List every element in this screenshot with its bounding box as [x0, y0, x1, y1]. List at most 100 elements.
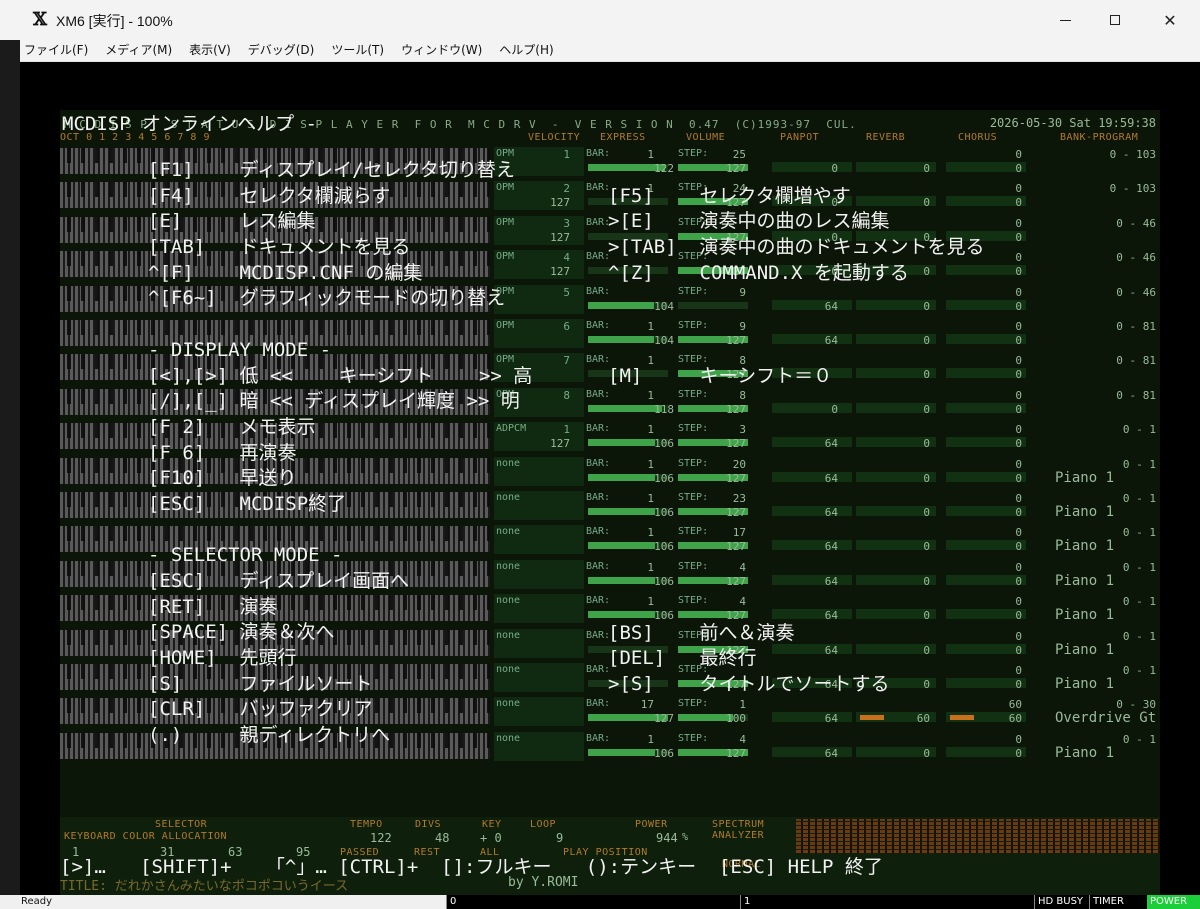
- menu-item-1[interactable]: メディア(M): [105, 40, 172, 61]
- step-value: 17: [732, 526, 746, 540]
- help-line: [F1] ディスプレイ/セレクタ切り替え: [148, 159, 515, 181]
- key-label: KEY: [482, 819, 502, 830]
- bank-program: 0 - 1: [1122, 457, 1156, 471]
- bank-program: 0 - 103: [1109, 148, 1156, 161]
- close-icon: ✕: [1163, 10, 1177, 30]
- tempo-label: TEMPO: [350, 819, 383, 830]
- help-left-column: [F1] ディスプレイ/セレクタ切り替え [F4] セレクタ欄減らす [E] レス編…: [148, 158, 532, 749]
- instrument-name: Piano 1: [1055, 641, 1115, 658]
- bank-program: 0 - 1: [1122, 526, 1156, 540]
- help-line: (.) 親ディレクトリへ: [148, 724, 391, 747]
- reverb-value: 0: [923, 574, 930, 588]
- instrument-name: Piano 1: [1055, 538, 1115, 555]
- menu-item-6[interactable]: ヘルプ(H): [499, 40, 553, 61]
- express-value: 106: [654, 746, 674, 760]
- velocity-value: 127: [550, 196, 570, 210]
- help-line: [<],[>] 低 << キーシフト >> 高: [148, 364, 533, 387]
- spectrum-analyzer: [796, 819, 1160, 853]
- bank-program: 0 - 1: [1122, 732, 1156, 746]
- column-header-2: VOLUME: [686, 132, 726, 143]
- bar-label: BAR:: [586, 216, 611, 228]
- chorus-value-2: 0: [1015, 162, 1022, 175]
- status-field-2: 1: [740, 895, 1034, 909]
- step-label: STEP:: [678, 285, 709, 297]
- close-button[interactable]: ✕: [1145, 0, 1195, 40]
- step-label: STEP:: [678, 526, 709, 538]
- help-line-right: >[TAB] 演奏中の曲のドキュメントを見る: [608, 236, 985, 259]
- help-line: [F 2] メモ表示: [148, 415, 316, 438]
- express-value: 106: [654, 506, 674, 519]
- help-line: [F 6] 再演奏: [148, 441, 297, 464]
- power-label: POWER: [635, 819, 668, 830]
- status-field-1: 0: [446, 895, 740, 909]
- emulator-screen[interactable]: M C D I S P S T A T U S D I S P L A Y E …: [20, 62, 1200, 895]
- chorus-value-2: 0: [1015, 746, 1022, 760]
- x68000-app-icon[interactable]: 𝕏: [30, 10, 50, 30]
- column-header-5: CHORUS: [958, 132, 998, 143]
- step-value: 4: [739, 732, 746, 746]
- bar-value: 1: [647, 148, 654, 161]
- volume-value: 127: [726, 540, 746, 554]
- selector-label: SELECTOR: [155, 819, 208, 830]
- bar-label: BAR:: [586, 285, 611, 297]
- chorus-value: 0: [1015, 320, 1022, 333]
- menu-item-2[interactable]: 表示(V): [189, 40, 231, 61]
- help-line: [TAB] ドキュメントを見る: [148, 236, 411, 259]
- volume-value: 127: [726, 574, 746, 588]
- reverb-value: 0: [923, 334, 930, 347]
- chorus-value-2: 0: [1015, 678, 1022, 691]
- help-line: [ESC] MCDISP終了: [148, 492, 347, 515]
- bar-label: BAR:: [586, 457, 611, 469]
- step-value: 3: [739, 423, 746, 437]
- help-line-right: [DEL] 最終行: [608, 647, 757, 670]
- bar-value: 1: [647, 732, 654, 746]
- bar-label: BAR:: [586, 492, 611, 503]
- help-line: - SELECTOR MODE -: [148, 544, 343, 567]
- maximize-button[interactable]: [1090, 0, 1140, 40]
- menu-bar: ファイル(F) メディア(M) 表示(V) デバッグ(D) ツール(T) ウィンドウ(W)…: [0, 40, 1200, 62]
- chorus-value-2: 0: [1015, 574, 1022, 588]
- step-value: 9: [739, 320, 746, 333]
- window-title: XM6 [実行] - 100%: [56, 13, 173, 29]
- bar-label: BAR:: [586, 526, 611, 538]
- chorus-value-2: 0: [1015, 265, 1022, 279]
- chorus-value: 0: [1015, 629, 1022, 643]
- express-value: 104: [654, 299, 674, 313]
- power-unit: %: [682, 832, 689, 843]
- help-line: [F4] セレクタ欄減らす: [148, 184, 391, 207]
- bank-program: 0 - 81: [1116, 388, 1156, 402]
- chorus-value: 0: [1015, 492, 1022, 505]
- express-value: 106: [654, 540, 674, 554]
- velocity-value: 127: [550, 437, 570, 451]
- menu-item-4[interactable]: ツール(T): [331, 40, 384, 61]
- panpot-value: 64: [824, 334, 838, 347]
- panpot-value: 64: [824, 299, 838, 313]
- volume-value: 127: [726, 402, 746, 416]
- tempo-value: 122: [370, 831, 392, 845]
- panpot-value: 0: [831, 162, 838, 175]
- bar-value: 1: [647, 457, 654, 471]
- menu-item-3[interactable]: デバッグ(D): [248, 40, 315, 61]
- panpot-value: 64: [824, 437, 838, 451]
- volume-value: 127: [726, 437, 746, 451]
- column-header-3: PANPOT: [780, 132, 820, 143]
- help-line-right: [BS] 前へ＆演奏: [608, 621, 795, 644]
- reverb-value: 0: [923, 437, 930, 451]
- chorus-value-2: 60: [1008, 712, 1022, 726]
- minimize-button[interactable]: [1040, 0, 1090, 40]
- menu-item-0[interactable]: ファイル(F): [24, 40, 88, 61]
- bank-program: 0 - 1: [1122, 492, 1156, 505]
- bar-label: BAR:: [586, 629, 611, 641]
- bank-program: 0 - 81: [1116, 354, 1156, 368]
- bar-label: BAR:: [586, 560, 611, 572]
- bar-label: BAR:: [586, 423, 611, 435]
- chorus-value: 0: [1015, 664, 1022, 677]
- instrument-name: Piano 1: [1055, 504, 1115, 520]
- menu-item-5[interactable]: ウィンドウ(W): [401, 40, 482, 61]
- help-line-right: [F5] セレクタ欄増やす: [608, 184, 851, 207]
- instrument-name: Piano 1: [1055, 469, 1115, 486]
- power-value: 944: [656, 831, 678, 845]
- chorus-value: 60: [1008, 698, 1022, 712]
- reverb-value: 60: [916, 712, 930, 726]
- step-value: 23: [732, 492, 746, 505]
